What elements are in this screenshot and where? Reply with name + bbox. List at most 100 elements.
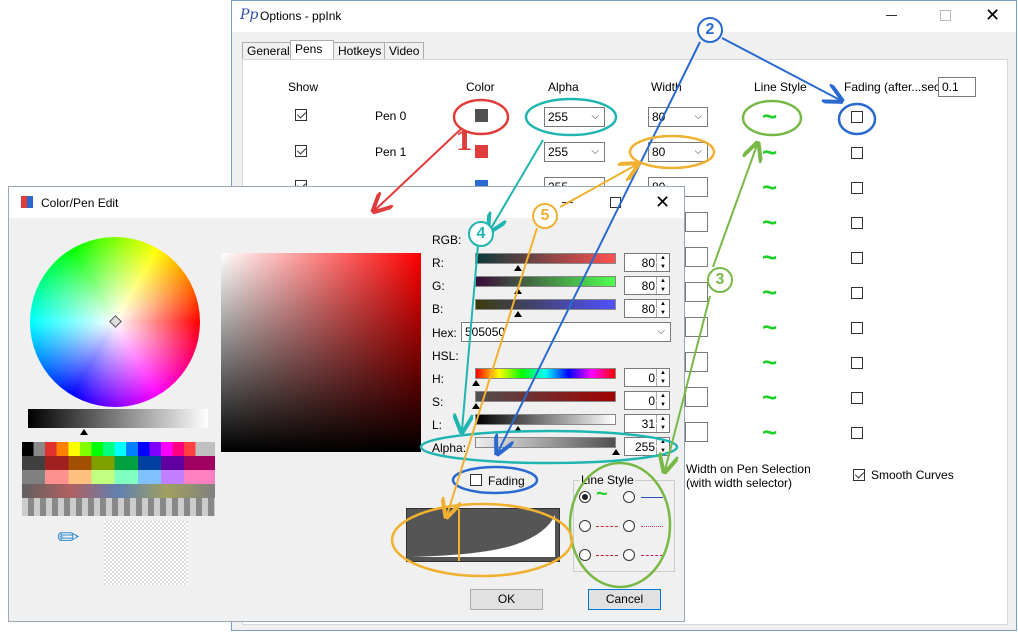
pen-line-style-icon[interactable]: ~ [762, 384, 777, 410]
ok-button[interactable]: OK [470, 589, 543, 610]
r-thumb[interactable] [514, 265, 522, 271]
spin-down-icon[interactable]: ▼ [656, 286, 669, 294]
spin-down-icon[interactable]: ▼ [656, 424, 669, 432]
pen-fading-checkbox[interactable] [851, 357, 863, 369]
pen0-line-style-icon[interactable]: ~ [762, 103, 777, 129]
saturation-value-square[interactable] [221, 253, 421, 452]
pen-line-style-icon[interactable]: ~ [762, 419, 777, 445]
pen1-line-style-icon[interactable]: ~ [762, 139, 777, 165]
s-input[interactable]: 0 ▲ ▼ [624, 391, 670, 410]
s-thumb[interactable] [472, 403, 480, 409]
pen-line-style-icon[interactable]: ~ [762, 244, 777, 270]
pen-width-select[interactable] [685, 212, 708, 232]
pen-fading-checkbox[interactable] [851, 322, 863, 334]
cancel-button[interactable]: Cancel [588, 589, 661, 610]
g-thumb[interactable] [514, 288, 522, 294]
spin-up-icon[interactable]: ▲ [656, 392, 669, 400]
minimize-icon[interactable] [886, 15, 897, 16]
r-slider[interactable] [475, 253, 616, 264]
h-input[interactable]: 0 ▲ ▼ [624, 368, 670, 387]
pen-width-select[interactable] [685, 247, 708, 267]
pen1-alpha-select[interactable]: 255 ⌵ [544, 142, 605, 162]
pen1-show-checkbox[interactable] [295, 145, 307, 157]
pen-fading-checkbox[interactable] [851, 392, 863, 404]
pen-fading-checkbox[interactable] [851, 252, 863, 264]
hex-input[interactable]: 505050 ⌵ [461, 322, 671, 342]
spin-up-icon[interactable]: ▲ [656, 254, 669, 262]
maximize-icon[interactable] [610, 197, 621, 208]
alpha-slider[interactable] [475, 437, 616, 448]
smooth-curves-checkbox[interactable] [853, 469, 865, 481]
pen-line-style-icon[interactable]: ~ [762, 209, 777, 235]
pen-width-select[interactable] [685, 352, 708, 372]
r-input[interactable]: 80 ▲ ▼ [624, 253, 670, 272]
pen-line-style-icon[interactable]: ~ [762, 314, 777, 340]
pen0-color-swatch[interactable] [475, 109, 488, 122]
s-slider[interactable] [475, 391, 616, 402]
tab-general[interactable]: General [242, 42, 291, 60]
pen-line-style-icon[interactable]: ~ [762, 174, 777, 200]
pen0-alpha-select[interactable]: 255 ⌵ [544, 107, 605, 127]
pen-line-style-icon[interactable]: ~ [762, 349, 777, 375]
g-slider[interactable] [475, 276, 616, 287]
spin-down-icon[interactable]: ▼ [656, 263, 669, 271]
tab-hotkeys[interactable]: Hotkeys [333, 42, 385, 60]
maximize-icon[interactable] [940, 10, 951, 21]
pen-fading-checkbox[interactable] [851, 217, 863, 229]
close-icon[interactable]: ✕ [985, 5, 1000, 26]
pen1-fading-checkbox[interactable] [851, 147, 863, 159]
line-style-radio-dash[interactable] [579, 520, 591, 532]
l-slider[interactable] [475, 414, 616, 425]
pen-fading-checkbox[interactable] [851, 427, 863, 439]
g-input[interactable]: 80 ▲ ▼ [624, 276, 670, 295]
fading-checkbox[interactable] [470, 474, 482, 486]
spin-down-icon[interactable]: ▼ [656, 309, 669, 317]
pen-fading-checkbox[interactable] [851, 182, 863, 194]
pen-width-select[interactable] [685, 422, 708, 442]
h-thumb[interactable] [472, 380, 480, 386]
b-slider[interactable] [475, 299, 616, 310]
l-input[interactable]: 31 ▲ ▼ [624, 414, 670, 433]
fading-curve-preview[interactable] [406, 508, 560, 562]
dashdotdot-line-icon [641, 555, 663, 556]
pen-line-style-icon[interactable]: ~ [762, 279, 777, 305]
pen0-fading-checkbox[interactable] [851, 111, 863, 123]
pen1-color-swatch[interactable] [475, 145, 488, 158]
spin-up-icon[interactable]: ▲ [656, 300, 669, 308]
line-style-radio-wave[interactable] [579, 491, 591, 503]
alpha-input[interactable]: 255 ▲ ▼ [624, 437, 670, 456]
pen0-width-select[interactable]: 80 ⌵ [648, 107, 708, 127]
spin-down-icon[interactable]: ▼ [656, 401, 669, 409]
minimize-icon[interactable] [562, 202, 573, 203]
spin-up-icon[interactable]: ▲ [656, 277, 669, 285]
pen-width-select[interactable] [685, 387, 708, 407]
pen-fading-checkbox[interactable] [851, 287, 863, 299]
line-style-radio-dashdotdot[interactable] [623, 549, 635, 561]
b-input[interactable]: 80 ▲ ▼ [624, 299, 670, 318]
line-style-radio-dashdot[interactable] [579, 549, 591, 561]
pen-width-select[interactable] [685, 282, 708, 302]
brightness-bar[interactable] [28, 409, 208, 428]
spin-down-icon[interactable]: ▼ [656, 447, 669, 455]
alpha-thumb[interactable] [612, 449, 620, 455]
spin-up-icon[interactable]: ▲ [656, 438, 669, 446]
spin-up-icon[interactable]: ▲ [656, 415, 669, 423]
pen-width-select[interactable] [685, 317, 708, 337]
fading-seconds-input[interactable]: 0.1 [938, 77, 976, 97]
pen1-width-select[interactable]: 80 ⌵ [648, 142, 708, 162]
l-thumb[interactable] [514, 426, 522, 432]
color-palette[interactable] [22, 442, 215, 516]
spin-down-icon[interactable]: ▼ [656, 378, 669, 386]
brightness-thumb[interactable] [80, 429, 88, 435]
chevron-down-icon: ⌵ [694, 111, 702, 122]
line-style-radio-solid[interactable] [623, 491, 635, 503]
g-label: G: [432, 279, 445, 293]
tab-pens[interactable]: Pens [290, 40, 334, 61]
b-thumb[interactable] [514, 311, 522, 317]
tab-video[interactable]: Video [384, 42, 424, 60]
line-style-radio-dot[interactable] [623, 520, 635, 532]
pen0-show-checkbox[interactable] [295, 109, 307, 121]
close-icon[interactable]: ✕ [655, 192, 670, 213]
spin-up-icon[interactable]: ▲ [656, 369, 669, 377]
h-slider[interactable] [475, 368, 616, 379]
